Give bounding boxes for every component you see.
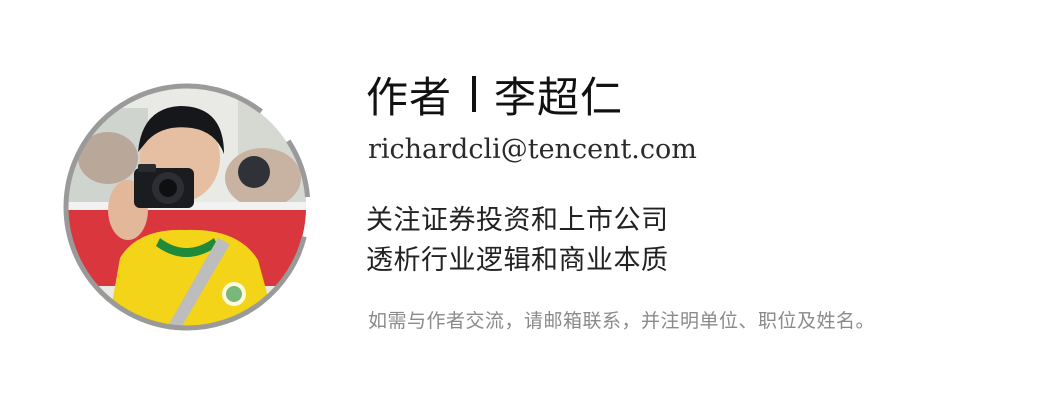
contact-note: 如需与作者交流，请邮箱联系，并注明单位、职位及姓名。 bbox=[368, 310, 876, 332]
author-card: 作者 李超仁 richardcli@tencent.com 关注证券投资和上市公… bbox=[0, 0, 1044, 404]
tagline-line-2: 透析行业逻辑和商业本质 bbox=[366, 245, 669, 276]
avatar bbox=[62, 82, 312, 332]
author-heading: 作者 李超仁 bbox=[366, 64, 623, 124]
avatar-ring bbox=[63, 83, 311, 331]
author-separator bbox=[472, 76, 477, 112]
tagline-line-1: 关注证券投资和上市公司 bbox=[366, 205, 669, 236]
author-name: 李超仁 bbox=[494, 72, 624, 122]
author-label: 作者 bbox=[366, 72, 453, 122]
author-email: richardcli@tencent.com bbox=[368, 134, 697, 165]
